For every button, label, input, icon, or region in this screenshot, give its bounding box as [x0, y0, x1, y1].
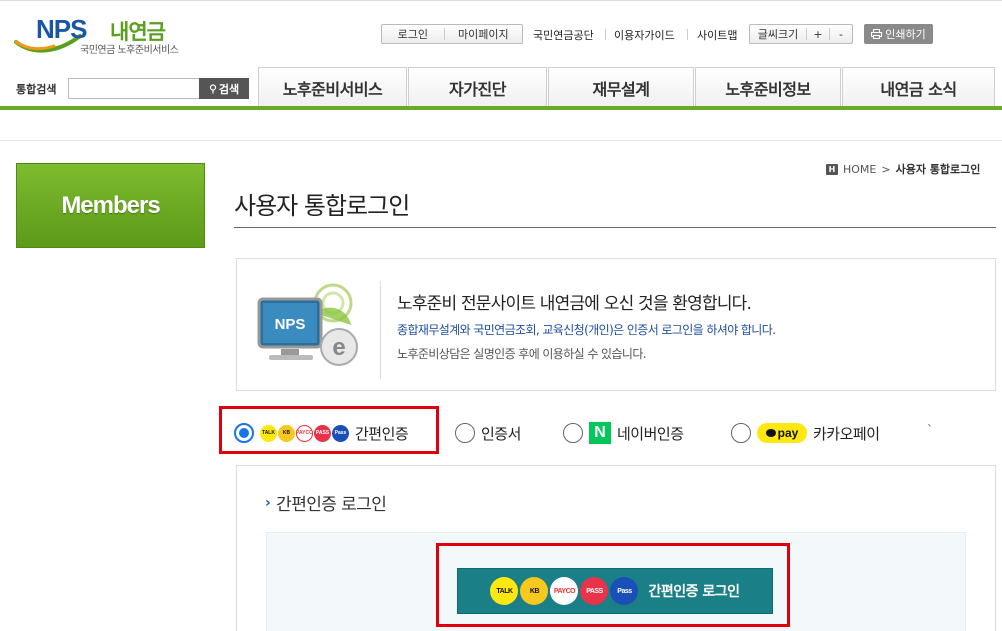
sidebar-title: Members	[16, 163, 205, 248]
auth-option-simple[interactable]: TALK KB PAYCO PASS Pass 간편인증	[234, 421, 409, 445]
welcome-notice: 종합재무설계와 국민연금조회, 교육신청(개인)은 인증서 로그인을 하셔야 합…	[397, 323, 776, 337]
font-decrease-button[interactable]: -	[830, 28, 852, 41]
mypage-link[interactable]: 마이페이지	[445, 26, 522, 42]
tab-self-diagnosis[interactable]: 자가진단	[408, 67, 547, 107]
main-nav: 노후준비서비스 자가진단 재무설계 노후준비정보 내연금 소식	[258, 67, 996, 107]
samsung-pass-icon: Pass	[332, 424, 349, 442]
radio-certificate[interactable]	[455, 423, 475, 443]
kb-icon: KB	[278, 424, 295, 442]
breadcrumb-home[interactable]: HOME	[843, 163, 876, 176]
font-increase-button[interactable]: +	[807, 28, 829, 41]
search-button-label: 검색	[218, 82, 240, 96]
auth-option-label: 네이버인증	[617, 424, 684, 443]
stray-mark: `	[927, 423, 933, 437]
pass-icon: PASS	[580, 577, 609, 605]
nps-link[interactable]: 국민연금공단	[533, 27, 594, 43]
payco-icon: PAYCO	[296, 424, 313, 442]
breadcrumb: H HOME > 사용자 통합로그인	[826, 161, 980, 177]
site-logo[interactable]: NPS 내연금 국민연금 노후준비서비스	[14, 14, 194, 58]
kakaopay-icon-text: pay	[777, 426, 799, 440]
print-button[interactable]: 인쇄하기	[864, 24, 933, 44]
naver-icon: N	[589, 422, 611, 444]
svg-text:e: e	[332, 334, 345, 361]
auth-option-label: 간편인증	[355, 424, 409, 443]
auth-option-label: 인증서	[481, 424, 521, 443]
divider	[380, 281, 381, 379]
tab-retirement-service[interactable]: 노후준비서비스	[258, 67, 407, 107]
radio-kakaopay[interactable]	[731, 423, 751, 443]
breadcrumb-current: 사용자 통합로그인	[895, 163, 981, 176]
font-size-label: 글씨크기	[757, 28, 799, 41]
tab-retirement-info[interactable]: 노후준비정보	[695, 67, 841, 107]
divider	[687, 29, 688, 40]
panel-title: › 간편인증 로그인	[265, 490, 387, 516]
divider	[0, 140, 1002, 141]
nav-underline	[0, 106, 1002, 110]
page-title: 사용자 통합로그인	[234, 192, 410, 220]
logo-subtitle: 국민연금 노후준비서비스	[80, 45, 179, 56]
payco-icon: PAYCO	[550, 577, 579, 605]
login-link[interactable]: 로그인	[382, 26, 444, 42]
auth-option-certificate[interactable]: 인증서	[455, 421, 521, 445]
kakao-talk-icon: TALK	[490, 577, 519, 605]
samsung-pass-icon: Pass	[610, 577, 639, 605]
auth-option-naver[interactable]: N 네이버인증	[563, 421, 684, 445]
account-links: 로그인 마이페이지	[381, 24, 523, 44]
sitemap-link[interactable]: 사이트맵	[697, 27, 737, 43]
simple-auth-icons: TALK KB PAYCO PASS Pass	[490, 577, 639, 605]
radio-simple[interactable]	[234, 423, 254, 443]
simple-auth-icons: TALK KB PAYCO PASS Pass	[260, 424, 349, 442]
auth-option-kakaopay[interactable]: pay 카카오페이	[731, 421, 880, 445]
kb-icon: KB	[520, 577, 549, 605]
tab-financial-planning[interactable]: 재무설계	[548, 67, 694, 107]
title-rule	[234, 227, 996, 228]
pass-icon: PASS	[314, 424, 331, 442]
logo-brand: NPS	[36, 14, 87, 44]
home-icon: H	[826, 163, 838, 175]
search-label: 통합검색	[16, 83, 57, 96]
kakaopay-icon: pay	[757, 423, 807, 443]
breadcrumb-separator: >	[881, 162, 891, 176]
print-label: 인쇄하기	[885, 28, 926, 41]
printer-icon	[871, 29, 883, 39]
divider	[605, 29, 606, 40]
guide-link[interactable]: 이용자가이드	[614, 27, 675, 43]
radio-naver[interactable]	[563, 423, 583, 443]
font-size-control: 글씨크기 + -	[749, 24, 853, 44]
tab-news[interactable]: 내연금 소식	[842, 67, 995, 107]
search-input[interactable]	[68, 78, 200, 99]
illustration-label: NPS	[275, 316, 306, 333]
panel-title-text: 간편인증 로그인	[276, 495, 387, 515]
auth-option-label: 카카오페이	[813, 424, 880, 443]
welcome-heading: 노후준비 전문사이트 내연금에 오신 것을 환영합니다.	[397, 294, 752, 314]
top-border	[0, 0, 1002, 6]
kakao-talk-icon: TALK	[260, 424, 277, 442]
chevron-right-icon: ›	[265, 494, 271, 511]
login-button-label: 간편인증 로그인	[648, 584, 740, 600]
nps-computer-icon: NPS e	[257, 283, 358, 366]
search-button[interactable]: 검색	[199, 78, 249, 99]
welcome-note: 노후준비상담은 실명인증 후에 이용하실 수 있습니다.	[397, 347, 647, 361]
welcome-box: NPS e 노후준비 전문사이트 내연금에 오신 것을 환영합니다. 종합재무설…	[236, 258, 996, 391]
simple-auth-login-button[interactable]: TALK KB PAYCO PASS Pass 간편인증 로그인	[457, 568, 773, 614]
search-icon	[209, 83, 216, 93]
